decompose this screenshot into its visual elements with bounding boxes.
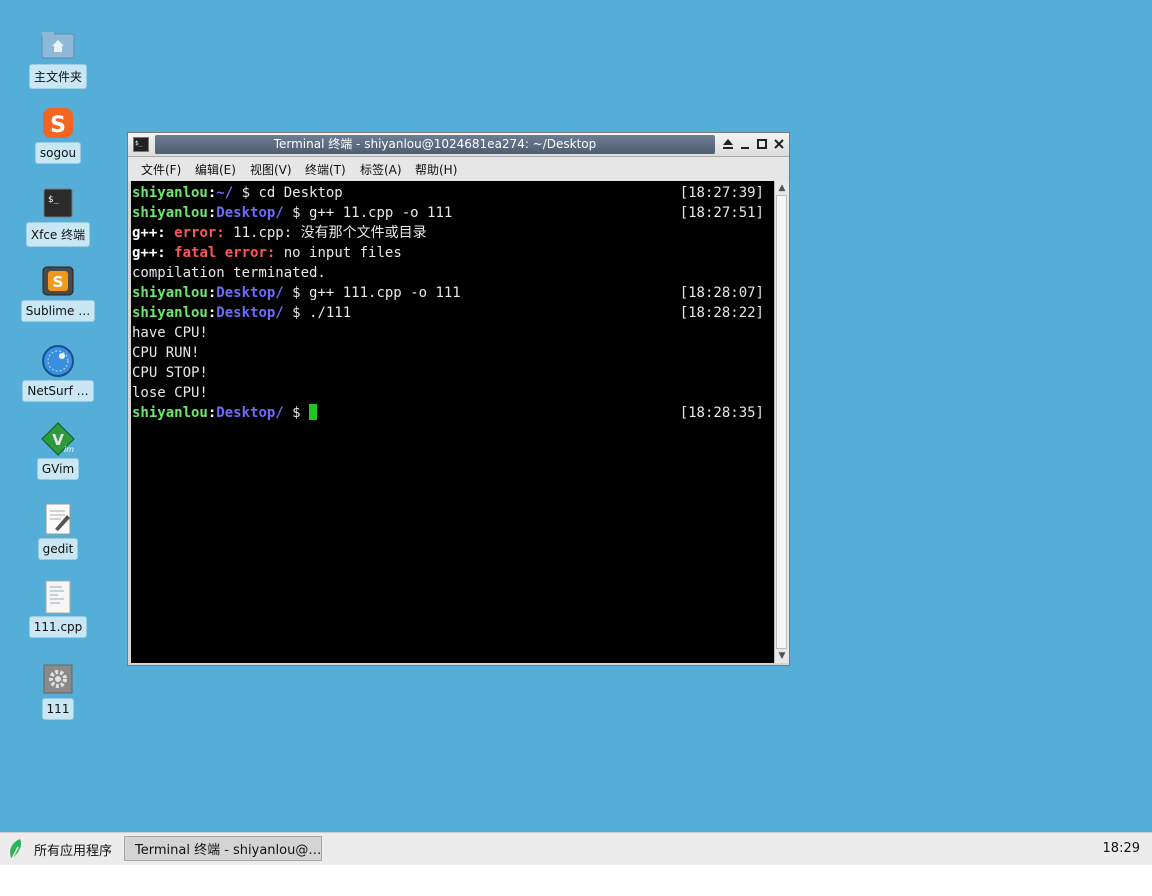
terminal-line: shiyanlou:Desktop/ $ g++ 111.cpp -o 111 xyxy=(132,285,461,301)
timestamp: [18:28:07] xyxy=(679,285,764,301)
menu-terminal[interactable]: 终端(T) xyxy=(305,161,346,178)
desktop-icon-sublime[interactable]: S Sublime … xyxy=(20,264,96,322)
terminal-line: compilation terminated. xyxy=(132,265,326,281)
terminal-line: shiyanlou:~/ $ cd Desktop xyxy=(132,185,343,201)
menu-file[interactable]: 文件(F) xyxy=(141,161,181,178)
text-cursor xyxy=(309,404,318,420)
terminal-line: lose CPU! xyxy=(132,385,208,401)
menu-tabs[interactable]: 标签(A) xyxy=(360,161,402,178)
netsurf-icon xyxy=(41,344,75,378)
desktop-icon-label: sogou xyxy=(34,142,82,164)
taskbar-window-terminal[interactable]: $_ Terminal 终端 - shiyanlou@… xyxy=(124,836,322,861)
applications-menu-button[interactable]: 所有应用程序 xyxy=(6,837,112,861)
terminal-window[interactable]: $_ Terminal 终端 - shiyanlou@1024681ea274:… xyxy=(127,132,790,666)
terminal-line: CPU STOP! xyxy=(132,365,208,381)
svg-text:V: V xyxy=(52,431,64,449)
svg-text:$_: $_ xyxy=(48,195,59,205)
bottom-strip xyxy=(0,865,1152,896)
sublime-text-icon: S xyxy=(41,264,75,298)
menu-bar: 文件(F) 编辑(E) 视图(V) 终端(T) 标签(A) 帮助(H) xyxy=(128,157,789,181)
desktop-icon-label: 111 xyxy=(41,698,75,720)
vertical-scrollbar[interactable]: ▲ ▼ xyxy=(774,181,789,663)
terminal-line: have CPU! xyxy=(132,325,208,341)
maximize-button[interactable] xyxy=(754,136,770,152)
eject-icon xyxy=(723,139,733,149)
terminal-line: shiyanlou:Desktop/ $ g++ 11.cpp -o 111 xyxy=(132,205,453,221)
maximize-icon xyxy=(757,139,767,149)
scrollbar-thumb[interactable] xyxy=(776,195,787,649)
close-button[interactable] xyxy=(771,136,787,152)
menu-edit[interactable]: 编辑(E) xyxy=(195,161,236,178)
timestamp: [18:27:51] xyxy=(679,205,764,221)
leaf-logo-icon xyxy=(10,839,22,860)
sogou-icon: S xyxy=(41,106,75,140)
terminal-line: g++: fatal error: no input files xyxy=(132,245,402,261)
home-folder-icon xyxy=(41,28,75,62)
shade-button[interactable] xyxy=(720,136,736,152)
svg-text:S: S xyxy=(50,113,66,138)
applications-menu-label: 所有应用程序 xyxy=(34,843,113,859)
menu-help[interactable]: 帮助(H) xyxy=(415,161,457,178)
minimize-icon xyxy=(741,147,749,149)
desktop-icon-label: Sublime … xyxy=(20,300,96,322)
window-titlebar[interactable]: $_ Terminal 终端 - shiyanlou@1024681ea274:… xyxy=(128,133,789,157)
desktop-icon-label: GVim xyxy=(36,458,80,480)
timestamp: [18:28:22] xyxy=(679,305,764,321)
executable-gear-icon xyxy=(41,662,75,696)
desktop-icon-111-cpp[interactable]: 111.cpp xyxy=(20,580,96,638)
desktop-icon-sogou[interactable]: S sogou xyxy=(20,106,96,164)
terminal-icon: $_ xyxy=(41,186,75,220)
terminal-window-icon: $_ xyxy=(133,137,149,156)
terminal-line: CPU RUN! xyxy=(132,345,200,361)
desktop-icon-xfce-terminal[interactable]: $_ Xfce 终端 xyxy=(20,186,96,247)
terminal-output[interactable]: shiyanlou:~/ $ cd Desktop [18:27:39] shi… xyxy=(131,181,774,663)
clock[interactable]: 18:29 xyxy=(1103,841,1140,856)
terminal-line: g++: error: 11.cpp: 没有那个文件或目录 xyxy=(132,225,427,241)
desktop-icon-label: NetSurf … xyxy=(22,380,94,402)
gvim-icon: Vim xyxy=(41,422,75,456)
close-icon xyxy=(774,139,784,149)
menu-view[interactable]: 视图(V) xyxy=(250,161,292,178)
svg-text:im: im xyxy=(64,445,74,454)
svg-text:$_: $_ xyxy=(135,140,143,147)
desktop-icon-label: Xfce 终端 xyxy=(25,222,91,247)
svg-text:S: S xyxy=(53,273,64,291)
terminal-line: shiyanlou:Desktop/ $ ./111 xyxy=(132,305,352,321)
taskbar: 所有应用程序 $_ Terminal 终端 - shiyanlou@… 18:2… xyxy=(0,832,1152,865)
text-file-icon xyxy=(41,580,75,614)
desktop-icon-home-folder[interactable]: 主文件夹 xyxy=(20,28,96,89)
window-title: Terminal 终端 - shiyanlou@1024681ea274: ~/… xyxy=(155,135,715,154)
minimize-button[interactable] xyxy=(737,136,753,152)
timestamp: [18:27:39] xyxy=(679,185,764,201)
gedit-icon xyxy=(41,502,75,536)
desktop-icon-label: 主文件夹 xyxy=(28,64,87,89)
taskbar-window-label: Terminal 终端 - shiyanlou@… xyxy=(135,843,322,858)
timestamp: [18:28:35] xyxy=(679,405,764,421)
desktop-icon-label: gedit xyxy=(37,538,79,560)
desktop-icon-netsurf[interactable]: NetSurf … xyxy=(20,344,96,402)
scroll-down-arrow-icon[interactable]: ▼ xyxy=(775,650,789,662)
desktop-icon-label: 111.cpp xyxy=(28,616,88,638)
desktop-icon-gvim[interactable]: Vim GVim xyxy=(20,422,96,480)
desktop-icon-111[interactable]: 111 xyxy=(20,662,96,720)
desktop-icon-gedit[interactable]: gedit xyxy=(20,502,96,560)
terminal-prompt-line: shiyanlou:Desktop/ $ xyxy=(132,403,318,423)
scroll-up-arrow-icon[interactable]: ▲ xyxy=(775,182,789,194)
